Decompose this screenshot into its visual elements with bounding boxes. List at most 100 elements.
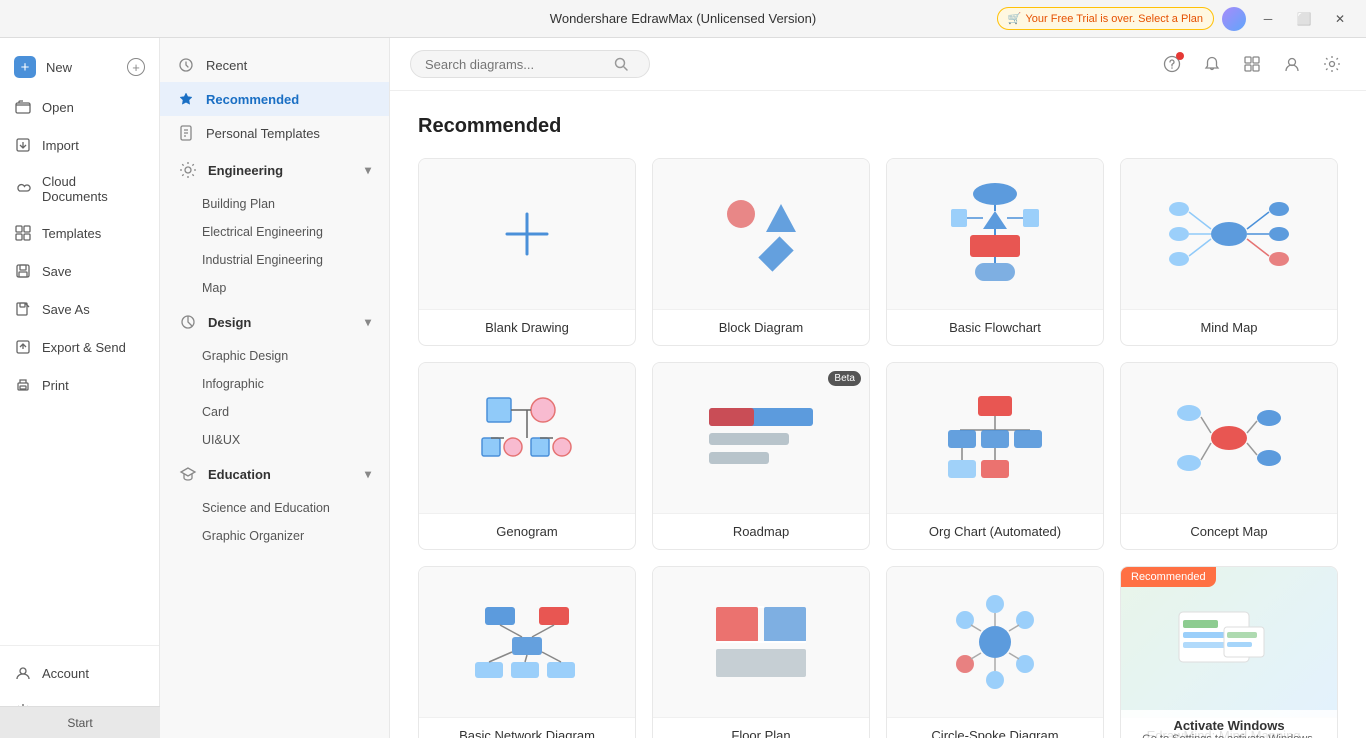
sidebar-new-label: New	[46, 60, 72, 75]
mid-item-recommended[interactable]: Recommended	[160, 82, 389, 116]
sub-graphic-design[interactable]: Graphic Design	[160, 342, 389, 370]
sub-science[interactable]: Science and Education	[160, 494, 389, 522]
sidebar-import-label: Import	[42, 138, 79, 153]
chevron-engineering: ▾	[365, 163, 371, 177]
sub-electrical[interactable]: Electrical Engineering	[160, 218, 389, 246]
card-img-block	[653, 159, 869, 309]
new-plus-icon: +	[127, 58, 145, 76]
card-img-genogram	[419, 363, 635, 513]
card-img-network	[419, 567, 635, 717]
sidebar-item-print[interactable]: Print	[0, 366, 159, 404]
avatar[interactable]	[1222, 7, 1246, 31]
card-img-orgchart	[887, 363, 1103, 513]
cards-grid: Blank Drawing Block Diagram	[418, 158, 1338, 738]
sidebar-item-templates[interactable]: Templates	[0, 214, 159, 252]
doc-icon	[178, 125, 196, 141]
section-education-label: Education	[208, 467, 271, 482]
card-block[interactable]: Block Diagram	[652, 158, 870, 346]
sidebar-saveas-label: Save As	[42, 302, 90, 317]
sidebar-item-account[interactable]: Account	[0, 654, 159, 692]
card-conceptmap[interactable]: Concept Map	[1120, 362, 1338, 550]
trial-label: Your Free Trial is over. Select a Plan	[1025, 13, 1203, 25]
card-network[interactable]: Basic Network Diagram	[418, 566, 636, 738]
start-button[interactable]: Start	[0, 706, 160, 738]
account-grid-icon[interactable]	[1238, 50, 1266, 78]
card-mindmap[interactable]: Mind Map	[1120, 158, 1338, 346]
section-education[interactable]: Education ▾	[160, 454, 389, 494]
search-input[interactable]	[425, 57, 605, 72]
sub-graphic-organizer[interactable]: Graphic Organizer	[160, 522, 389, 550]
star-icon	[178, 91, 196, 107]
section-design-label: Design	[208, 315, 251, 330]
minimize-button[interactable]: ─	[1254, 5, 1282, 33]
card-floorplan[interactable]: Floor Plan	[652, 566, 870, 738]
mid-item-personal[interactable]: Personal Templates	[160, 116, 389, 150]
recommended-badge: Recommended	[1121, 567, 1216, 587]
maximize-button[interactable]: ⬜	[1290, 5, 1318, 33]
activate-overlay: Activate Windows Go to Settings to activ…	[1121, 710, 1337, 738]
search-bar[interactable]	[410, 50, 650, 78]
card-label-block: Block Diagram	[653, 309, 869, 345]
print-icon	[14, 376, 32, 394]
card-img-conceptmap	[1121, 363, 1337, 513]
card-img-mindmap	[1121, 159, 1337, 309]
settings-icon[interactable]	[1318, 50, 1346, 78]
card-label-blank: Blank Drawing	[419, 309, 635, 345]
card-orgchart[interactable]: Org Chart (Automated)	[886, 362, 1104, 550]
sub-map[interactable]: Map	[160, 274, 389, 302]
cloud-icon	[14, 180, 32, 198]
export-icon	[14, 338, 32, 356]
open-icon	[14, 98, 32, 116]
sub-uiux[interactable]: UI&UX	[160, 426, 389, 454]
sidebar-item-export[interactable]: Export & Send	[0, 328, 159, 366]
sidebar-left: + New + Open Import	[0, 38, 160, 738]
chevron-education: ▾	[365, 467, 371, 481]
bell-icon[interactable]	[1198, 50, 1226, 78]
templates-icon	[14, 224, 32, 242]
design-icon	[178, 312, 198, 332]
section-title: Recommended	[418, 115, 1338, 138]
beta-badge: Beta	[828, 371, 861, 386]
card-roadmap[interactable]: Beta Roadmap	[652, 362, 870, 550]
card-img-floorplan	[653, 567, 869, 717]
mid-recommended-label: Recommended	[206, 92, 299, 107]
help-icon[interactable]	[1158, 50, 1186, 78]
card-circlespoke[interactable]: Circle-Spoke Diagram	[886, 566, 1104, 738]
card-label-flowchart: Basic Flowchart	[887, 309, 1103, 345]
sub-infographic[interactable]: Infographic	[160, 370, 389, 398]
sidebar-item-cloud[interactable]: Cloud Documents	[0, 164, 159, 214]
user-icon[interactable]	[1278, 50, 1306, 78]
section-engineering-label: Engineering	[208, 163, 283, 178]
sidebar-item-open[interactable]: Open	[0, 88, 159, 126]
sub-industrial[interactable]: Industrial Engineering	[160, 246, 389, 274]
section-design[interactable]: Design ▾	[160, 302, 389, 342]
content-scroll: Recommended Blank Drawing	[390, 91, 1366, 738]
card-flowchart[interactable]: Basic Flowchart	[886, 158, 1104, 346]
card-edrawmind[interactable]: Recommended Activate Win	[1120, 566, 1338, 738]
sidebar-account-label: Account	[42, 666, 89, 681]
clock-icon	[178, 57, 196, 73]
sidebar-open-label: Open	[42, 100, 74, 115]
sidebar-templates-label: Templates	[42, 226, 101, 241]
sidebar-item-import[interactable]: Import	[0, 126, 159, 164]
card-genogram[interactable]: Genogram	[418, 362, 636, 550]
section-engineering[interactable]: Engineering ▾	[160, 150, 389, 190]
sub-building-plan[interactable]: Building Plan	[160, 190, 389, 218]
close-button[interactable]: ✕	[1326, 5, 1354, 33]
card-label-mindmap: Mind Map	[1121, 309, 1337, 345]
mid-item-recent[interactable]: Recent	[160, 48, 389, 82]
sidebar-item-new[interactable]: + New +	[0, 46, 159, 88]
sidebar-item-save[interactable]: Save	[0, 252, 159, 290]
trial-button[interactable]: 🛒 Your Free Trial is over. Select a Plan	[997, 7, 1214, 30]
sidebar-save-label: Save	[42, 264, 72, 279]
activate-title: Activate Windows	[1129, 718, 1329, 733]
save-icon	[14, 262, 32, 280]
card-blank[interactable]: Blank Drawing	[418, 158, 636, 346]
card-label-conceptmap: Concept Map	[1121, 513, 1337, 549]
card-label-roadmap: Roadmap	[653, 513, 869, 549]
card-label-network: Basic Network Diagram	[419, 717, 635, 738]
sidebar-cloud-label: Cloud Documents	[42, 174, 145, 204]
sidebar-item-saveas[interactable]: Save As	[0, 290, 159, 328]
card-img-edrawmind	[1121, 567, 1337, 717]
sub-card[interactable]: Card	[160, 398, 389, 426]
